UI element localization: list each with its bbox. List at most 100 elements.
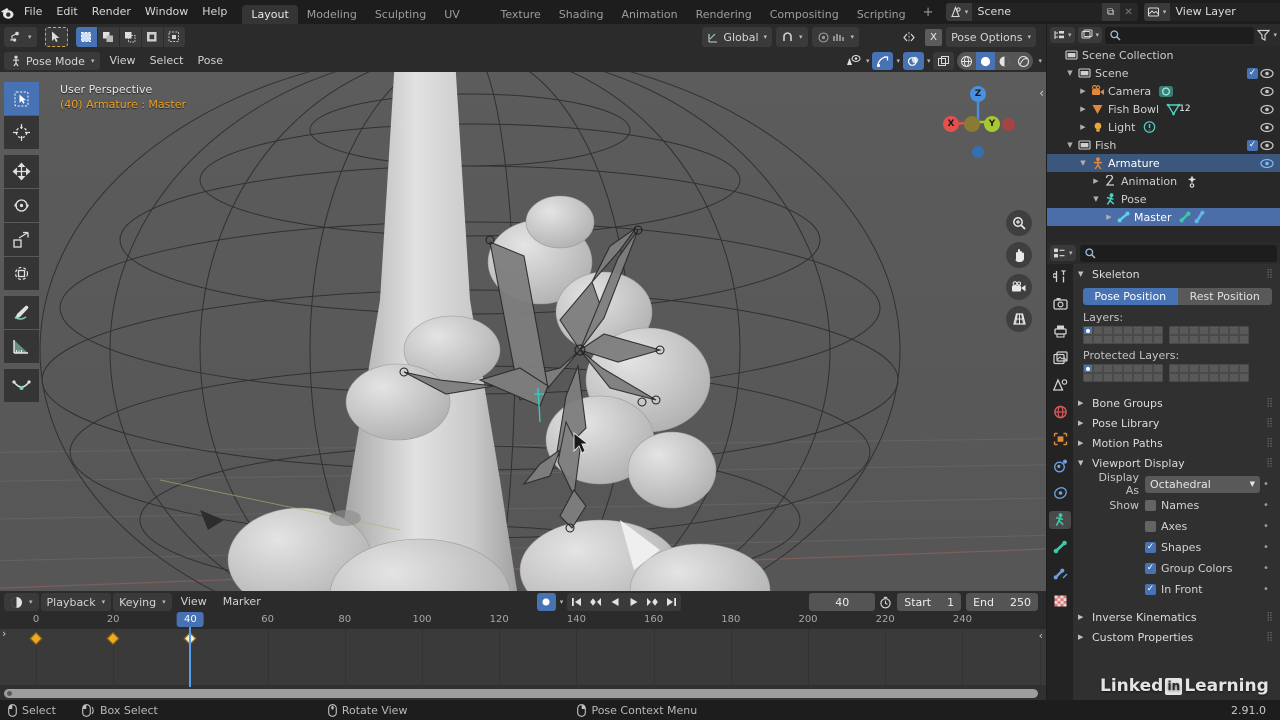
viewport-menu-select[interactable]: Select [143,52,191,70]
workspace-tab-animation[interactable]: Animation [612,5,686,24]
outliner-row-animation[interactable]: ▶ Animation [1047,172,1280,190]
scene-copy-icon[interactable]: ⧉ [1101,3,1120,21]
layer-cell[interactable] [1219,335,1229,344]
checkbox-axes[interactable]: Axes [1145,518,1260,535]
workspace-tab-layout[interactable]: Layout [242,5,298,24]
transform-orientation-dropdown[interactable]: Global ▾ [702,27,773,47]
play-icon[interactable] [624,593,643,611]
checkbox-names[interactable]: Names [1145,497,1260,514]
panel-grip-icon[interactable]: ⣿ [1266,269,1274,279]
navigation-gizmo[interactable]: Z X Y [936,80,1015,158]
layer-cell[interactable] [1143,364,1153,373]
workspace-tab-texture-paint[interactable]: Texture Paint [492,5,550,40]
layer-cell[interactable] [1153,335,1163,344]
outliner-display-mode-icon[interactable]: ▾ [1050,27,1075,43]
gizmo-toggle-button[interactable] [872,52,894,70]
panel-grip-icon[interactable]: ⣿ [1266,398,1274,408]
layer-cell[interactable] [1189,364,1199,373]
chevron-down-icon[interactable]: ▼ [1077,159,1089,167]
gizmo-axis-x[interactable]: X [943,116,959,132]
layer-cell[interactable] [1123,364,1133,373]
properties-editor-icon[interactable]: ▾ [1050,245,1076,261]
layer-cell[interactable] [1239,373,1249,382]
properties-editor[interactable]: ▾ ▼ Skeleton ⣿ Pose Position Rest Positio… [1047,242,1280,700]
camera-data-icon[interactable] [1158,84,1174,98]
auto-keying-button[interactable] [536,593,556,611]
eye-icon[interactable] [1258,68,1276,79]
properties-tab-bone-constraint[interactable] [1049,565,1071,583]
outliner-row-fish[interactable]: ▼ Fish ✓ [1047,136,1280,154]
layer-cell[interactable] [1133,364,1143,373]
editor-type-icon[interactable]: ▾ [4,27,37,47]
gizmo-axis-neg-x[interactable] [1002,118,1015,131]
outliner-row-camera[interactable]: ▶ Camera [1047,82,1280,100]
animate-property-dot[interactable]: • [1260,500,1272,511]
animate-property-dot[interactable]: • [1260,584,1272,595]
outliner-exclude-checkbox[interactable]: ✓ [1246,67,1258,79]
toggle-xray-button[interactable] [933,52,955,70]
timeline-menu-playback[interactable]: Playback ▾ [40,593,112,611]
layer-cell[interactable] [1103,326,1113,335]
timeline-editor-icon[interactable]: ▾ [4,593,39,611]
gizmo-axis-neg-z[interactable] [972,146,984,158]
layer-cell[interactable] [1209,364,1219,373]
layer-cell[interactable] [1103,335,1113,344]
shading-rendered-button[interactable] [1014,52,1034,70]
add-workspace-button[interactable]: + [915,5,942,20]
checkbox-box[interactable]: ✓ [1145,541,1156,553]
camera-view-icon[interactable] [1006,274,1032,300]
select-mode-intersect-icon[interactable] [163,27,185,47]
layer-cell[interactable] [1239,326,1249,335]
gizmo-axis-y[interactable]: Y [984,116,1000,132]
layer-cell[interactable] [1169,373,1179,382]
properties-tab-scene[interactable] [1049,376,1071,394]
animate-property-dot[interactable]: • [1260,542,1272,553]
chevron-right-icon[interactable]: ▶ [1077,105,1089,113]
display-as-dropdown[interactable]: Octahedral ▼ [1145,475,1260,493]
outliner-row-armature[interactable]: ▼ Armature [1047,154,1280,172]
view-layer-icon[interactable]: ▾ [1143,3,1170,21]
menu-render[interactable]: Render [85,3,138,21]
layer-group-right[interactable] [1169,326,1249,344]
panel-grip-icon[interactable]: ⣿ [1266,438,1274,448]
next-keyframe-icon[interactable] [643,593,662,611]
timeline-editor[interactable]: ▾ Playback ▾ Keying ▾ View Marker ▾ 40 S… [0,591,1046,700]
layer-cell[interactable] [1113,326,1123,335]
workspace-tab-scripting[interactable]: Scripting [848,5,915,24]
checkbox-group-colors[interactable]: ✓ Group Colors [1145,560,1260,577]
snapping-magnet-icon[interactable]: ▾ [776,27,808,47]
eye-icon[interactable] [1258,158,1276,169]
properties-tab-texture[interactable] [1049,592,1071,610]
layer-cell[interactable] [1143,326,1153,335]
proportional-edit-icon[interactable]: ▾ [811,27,860,47]
timeline-menu-keying[interactable]: Keying ▾ [113,593,172,611]
menu-edit[interactable]: Edit [49,3,84,21]
panel-grip-icon[interactable]: ⣿ [1266,458,1274,468]
action-icon[interactable] [1184,174,1200,188]
layer-cell[interactable] [1143,373,1153,382]
layer-cell[interactable] [1229,335,1239,344]
select-mode-invert-icon[interactable] [141,27,163,47]
menu-help[interactable]: Help [195,3,234,21]
protected-layers[interactable] [1083,364,1272,382]
animate-property-dot[interactable]: • [1260,479,1272,490]
outliner-row-light[interactable]: ▶ Light [1047,118,1280,136]
zoom-icon[interactable] [1006,210,1032,236]
panel-header-viewport-display[interactable]: ▼ Viewport Display ⣿ [1073,453,1280,473]
layer-cell[interactable] [1113,335,1123,344]
layer-group-left[interactable] [1083,326,1163,344]
shading-solid-button[interactable] [976,52,996,70]
timeline-menu-view[interactable]: View [174,593,214,611]
eye-icon[interactable] [1258,86,1276,97]
layer-cell[interactable] [1083,373,1093,382]
filter-scene-icon[interactable]: ▾ [1077,27,1103,43]
eye-icon[interactable] [1258,104,1276,115]
mirror-x-button[interactable]: X [925,28,943,46]
annotate-icon[interactable] [4,296,39,329]
animate-property-dot[interactable]: • [1260,521,1272,532]
panel-grip-icon[interactable]: ⣿ [1266,612,1274,622]
outliner-row-scene-collection[interactable]: Scene Collection [1047,46,1280,64]
timeline-keyframe-area[interactable] [0,629,1046,685]
menu-file[interactable]: File [17,3,49,21]
timeline-ruler[interactable]: 0 20 40 60 80 100 120 140 160 180 200 220 240 [0,613,1046,629]
